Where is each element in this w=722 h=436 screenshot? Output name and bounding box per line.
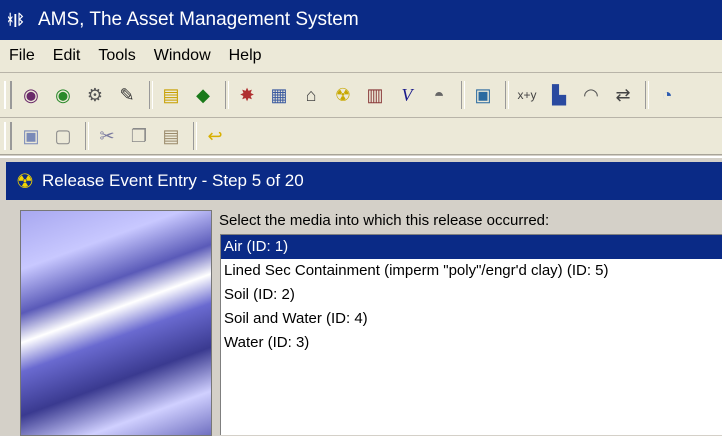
menu-file[interactable]: File <box>0 47 44 65</box>
building-icon[interactable]: ▥ <box>361 81 389 109</box>
swap-icon[interactable]: ⇄ <box>609 81 637 109</box>
edit-toolbar: ▣ ▢ ✂ ❐ ▤ ↩ <box>0 118 722 155</box>
menu-window[interactable]: Window <box>145 47 220 65</box>
menu-help[interactable]: Help <box>220 47 271 65</box>
list-item[interactable]: Water (ID: 3) <box>221 331 722 355</box>
menu-edit[interactable]: Edit <box>44 47 90 65</box>
ams-logo-icon: ᚼ|ᛒ <box>6 11 25 27</box>
formula-label: x+y <box>517 88 537 102</box>
media-prompt: Select the media into which this release… <box>219 212 550 229</box>
list-item[interactable]: Air (ID: 1) <box>221 235 722 259</box>
cut-icon[interactable]: ✂ <box>93 122 121 150</box>
toolbar-separator <box>193 122 197 150</box>
dialog-title: Release Event Entry - Step 5 of 20 <box>41 171 304 190</box>
bucket-icon[interactable]: ◓ <box>425 81 453 109</box>
wizard-side-image <box>20 210 212 436</box>
clipboard-icon[interactable]: ▤ <box>157 81 185 109</box>
toolbar-separator <box>645 81 649 109</box>
formula-button[interactable]: x+y <box>513 81 541 109</box>
globe-icon[interactable]: ◉ <box>17 81 45 109</box>
tag-icon[interactable]: ⌂ <box>297 81 325 109</box>
print-preview-icon[interactable]: ▢ <box>49 122 77 150</box>
menu-bar: File Edit Tools Window Help <box>0 40 722 73</box>
window-title: AMS, The Asset Management System <box>38 9 359 30</box>
globe-green-icon[interactable]: ◉ <box>49 81 77 109</box>
list-item[interactable]: Lined Sec Containment (imperm "poly"/eng… <box>221 259 722 283</box>
toolbar-grip[interactable] <box>4 122 12 150</box>
toolbar-grip[interactable] <box>4 81 12 109</box>
radiation-icon[interactable]: ☢ <box>329 81 357 109</box>
sparkle-icon[interactable]: ✸ <box>233 81 261 109</box>
copy-icon[interactable]: ❐ <box>125 122 153 150</box>
toolbar-separator <box>505 81 509 109</box>
gauge-icon[interactable]: ◠ <box>577 81 605 109</box>
help-icon[interactable]: ◔ <box>653 81 681 109</box>
toolbar-separator <box>461 81 465 109</box>
toolbar-separator <box>225 81 229 109</box>
list-item[interactable]: Soil and Water (ID: 4) <box>221 307 722 331</box>
gears-icon[interactable]: ⚙ <box>81 81 109 109</box>
title-bar: ᚼ|ᛒ AMS, The Asset Management System <box>0 0 722 40</box>
radiation-icon: ☢ <box>16 170 34 193</box>
release-event-dialog: ☢ Release Event Entry - Step 5 of 20 Sel… <box>0 156 722 436</box>
wand-icon[interactable]: ✎ <box>113 81 141 109</box>
main-toolbar: ◉ ◉ ⚙ ✎ ▤ ◆ ✸ ▦ ⌂ ☢ ▥ V ◓ ▣ x+y ▙ ◠ ⇄ ◔ <box>0 73 722 118</box>
list-item[interactable]: Soil (ID: 2) <box>221 283 722 307</box>
monitor-icon[interactable]: ▙ <box>545 81 573 109</box>
chart-icon[interactable]: ▣ <box>469 81 497 109</box>
media-listbox[interactable]: Air (ID: 1) Lined Sec Containment (imper… <box>220 234 722 435</box>
book-icon[interactable]: ◆ <box>189 81 217 109</box>
toolbar-separator <box>149 81 153 109</box>
undo-icon[interactable]: ↩ <box>201 122 229 150</box>
menu-tools[interactable]: Tools <box>89 47 144 65</box>
save-icon[interactable]: ▣ <box>17 122 45 150</box>
toolbar-separator <box>85 122 89 150</box>
v-icon[interactable]: V <box>393 81 421 109</box>
form-icon[interactable]: ▦ <box>265 81 293 109</box>
dialog-title-bar: ☢ Release Event Entry - Step 5 of 20 <box>6 162 722 200</box>
paste-icon[interactable]: ▤ <box>157 122 185 150</box>
